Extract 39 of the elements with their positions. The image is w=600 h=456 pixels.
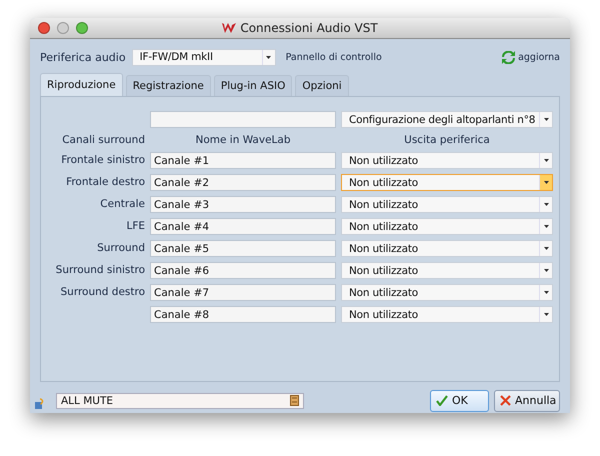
channel-label: Frontale sinistro	[60, 153, 145, 168]
channel-name-field[interactable]: Canale #2	[150, 174, 336, 192]
output-dropdown[interactable]: Non utilizzato	[341, 196, 553, 214]
output-dropdown[interactable]: Non utilizzato	[341, 240, 553, 258]
channel-name-field[interactable]: Canale #4	[150, 218, 336, 236]
channel-name-field[interactable]: Canale #6	[150, 262, 336, 280]
column-header: Canali surround	[61, 133, 145, 148]
channel-name-field[interactable]: Canale #7	[150, 284, 336, 302]
window-title: Connessioni Audio VST	[240, 20, 378, 35]
column-header: Nome in WaveLab	[194, 133, 292, 148]
channel-label: Surround sinistro	[54, 263, 145, 278]
channel-name-field[interactable]: Canale #1	[150, 152, 336, 170]
output-dropdown[interactable]: Non utilizzato	[341, 306, 553, 324]
ok-button[interactable]: OK	[430, 390, 489, 412]
output-dropdown[interactable]: Non utilizzato	[341, 218, 553, 236]
channel-label: Surround	[96, 241, 145, 256]
output-dropdown[interactable]: Non utilizzato	[341, 152, 553, 170]
device-dropdown[interactable]: IF-FW/DM mkII	[132, 48, 276, 66]
tab[interactable]: Registrazione	[126, 75, 211, 96]
channel-name-field[interactable]: Canale #5	[150, 240, 336, 258]
channel-label: Frontale destro	[65, 175, 145, 190]
tab[interactable]: Plug-in ASIO	[214, 75, 292, 96]
tab[interactable]: Opzioni	[295, 75, 349, 96]
output-dropdown[interactable]: Non utilizzato	[341, 174, 553, 192]
column-header: Uscita periferica	[403, 133, 491, 148]
control-panel-link[interactable]: Pannello di controllo	[286, 52, 382, 63]
refresh-link[interactable]: aggiorna	[518, 52, 560, 63]
channel-name-field[interactable]: Canale #3	[150, 196, 336, 214]
cancel-button[interactable]: Annulla	[494, 390, 560, 412]
channel-label: LFE	[125, 219, 145, 234]
speaker-config-dropdown[interactable]: Configurazione degli altoparlanti n°8	[341, 111, 553, 128]
channel-label: Surround destro	[60, 285, 145, 300]
output-dropdown[interactable]: Non utilizzato	[341, 262, 553, 280]
tab[interactable]: Riproduzione	[40, 73, 123, 96]
output-dropdown[interactable]: Non utilizzato	[341, 284, 553, 302]
channel-name-field[interactable]: Canale #8	[150, 306, 336, 324]
preset-field[interactable]: ALL MUTE	[56, 392, 304, 409]
channel-label: Centrale	[99, 197, 145, 212]
device-label: Periferica audio	[40, 50, 126, 64]
